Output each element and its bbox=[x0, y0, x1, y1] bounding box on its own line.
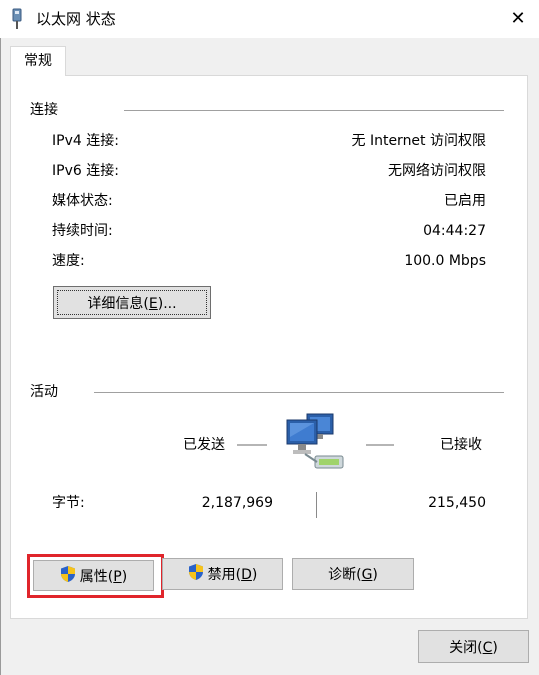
window-title: 以太网 状态 bbox=[36, 10, 116, 28]
window-border bbox=[0, 38, 1, 675]
disable-button-label: 禁用(D) bbox=[207, 567, 258, 583]
diagnose-button[interactable]: 诊断(G) bbox=[292, 558, 414, 590]
speed-label: 速度: bbox=[52, 253, 85, 269]
tab-panel bbox=[10, 75, 528, 619]
disable-button[interactable]: 禁用(D) bbox=[162, 558, 283, 590]
diagnose-button-label: 诊断(G) bbox=[328, 567, 378, 583]
properties-button-label: 属性(P) bbox=[79, 568, 128, 585]
bytes-sent-value: 2,187,969 bbox=[201, 495, 273, 511]
network-computers-icon bbox=[285, 410, 353, 476]
bytes-divider bbox=[316, 492, 317, 518]
media-state-label: 媒体状态: bbox=[52, 193, 113, 209]
sent-label: 已发送 bbox=[183, 437, 225, 453]
bytes-received-value: 215,450 bbox=[428, 495, 486, 511]
received-label: 已接收 bbox=[440, 437, 482, 453]
ethernet-icon bbox=[10, 8, 24, 30]
details-button-label: 详细信息(E)... bbox=[87, 295, 177, 312]
received-line bbox=[366, 444, 394, 446]
duration-label: 持续时间: bbox=[52, 223, 113, 239]
ipv4-label: IPv4 连接: bbox=[52, 133, 119, 149]
tab-general[interactable]: 常规 bbox=[10, 46, 66, 76]
close-button-label: 关闭(C) bbox=[449, 639, 498, 656]
activity-section-title: 活动 bbox=[30, 384, 58, 400]
activity-separator bbox=[94, 392, 504, 393]
ipv6-label: IPv6 连接: bbox=[52, 163, 119, 179]
speed-value: 100.0 Mbps bbox=[404, 253, 486, 269]
sent-line bbox=[237, 444, 267, 446]
close-window-icon[interactable]: ✕ bbox=[505, 6, 531, 32]
connection-separator bbox=[124, 110, 504, 111]
ipv4-value: 无 Internet 访问权限 bbox=[351, 133, 487, 149]
duration-value: 04:44:27 bbox=[423, 223, 486, 239]
uac-shield-icon bbox=[60, 565, 76, 587]
media-state-value: 已启用 bbox=[444, 193, 486, 209]
details-button[interactable]: 详细信息(E)... bbox=[53, 286, 211, 319]
properties-button[interactable]: 属性(P) bbox=[33, 560, 154, 591]
connection-section-title: 连接 bbox=[30, 102, 58, 118]
close-button[interactable]: 关闭(C) bbox=[418, 630, 529, 663]
uac-shield-icon bbox=[188, 563, 204, 585]
bytes-label: 字节: bbox=[52, 495, 85, 511]
ipv6-value: 无网络访问权限 bbox=[388, 163, 486, 179]
